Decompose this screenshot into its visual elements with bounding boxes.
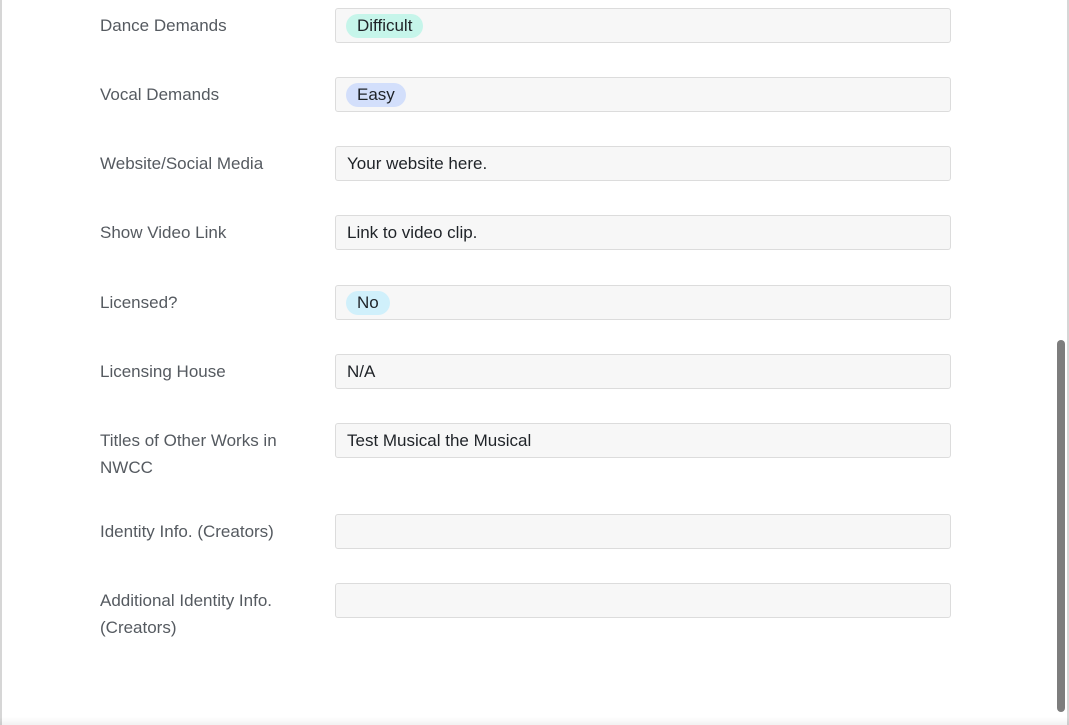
- scrollbar-thumb[interactable]: [1057, 340, 1065, 712]
- field-value: Your website here.: [347, 154, 488, 173]
- field-label: Show Video Link: [100, 223, 227, 242]
- field-label: Licensed?: [100, 293, 178, 312]
- vocal-demands-select[interactable]: Easy: [335, 77, 951, 112]
- dance-demands-select[interactable]: Difficult: [335, 8, 951, 43]
- record-detail-panel: Dance Demands Difficult Vocal Demands Ea…: [0, 0, 1069, 725]
- video-link-input[interactable]: Link to video clip.: [335, 215, 951, 250]
- field-value: N/A: [347, 362, 376, 381]
- field-value: Test Musical the Musical: [347, 431, 532, 450]
- difficulty-tag: Difficult: [346, 14, 424, 38]
- window-left-edge: [0, 0, 2, 725]
- identity-info-input[interactable]: [335, 514, 951, 549]
- difficulty-tag: Easy: [346, 83, 406, 107]
- field-label: Dance Demands: [100, 16, 227, 35]
- vertical-scrollbar[interactable]: [1056, 0, 1066, 725]
- field-label: Identity Info. (Creators): [100, 522, 274, 541]
- additional-identity-input[interactable]: [335, 583, 951, 618]
- field-label: Vocal Demands: [100, 85, 220, 104]
- field-value: Link to video clip.: [347, 223, 478, 242]
- licensing-house-input[interactable]: N/A: [335, 354, 951, 389]
- licensed-select[interactable]: No: [335, 285, 951, 320]
- website-input[interactable]: Your website here.: [335, 146, 951, 181]
- field-label: Additional Identity Info. (Creators): [100, 591, 273, 637]
- field-label: Licensing House: [100, 362, 226, 381]
- field-label: Titles of Other Works in NWCC: [100, 431, 277, 477]
- bottom-edge: [0, 717, 1069, 725]
- field-label: Website/Social Media: [100, 154, 264, 173]
- other-works-input[interactable]: Test Musical the Musical: [335, 423, 951, 458]
- licensed-tag: No: [346, 291, 390, 315]
